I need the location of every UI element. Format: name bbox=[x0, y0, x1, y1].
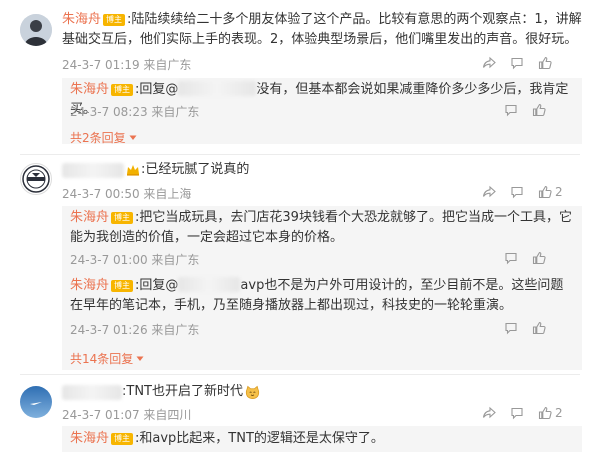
comment-actions: 2 bbox=[482, 185, 563, 199]
reply-author-badge: 博主 bbox=[111, 280, 134, 292]
like-button[interactable]: 2 bbox=[538, 185, 563, 199]
like-icon bbox=[538, 56, 552, 70]
reply-actions bbox=[504, 103, 546, 117]
reply-actions bbox=[504, 251, 546, 265]
like-count: 2 bbox=[555, 406, 563, 420]
comment-text: :陆陆续续给二十多个朋友体验了这个产品。比较有意思的两个观察点：1，讲解基础交互… bbox=[62, 12, 582, 47]
chevron-down-icon bbox=[136, 356, 144, 361]
reply-author-name[interactable]: 朱海舟 bbox=[70, 431, 109, 446]
more-replies-label: 共2条回复 bbox=[70, 131, 126, 145]
reply-author-badge: 博主 bbox=[111, 212, 134, 224]
like-count: 2 bbox=[555, 185, 563, 199]
avatar[interactable] bbox=[20, 386, 52, 418]
more-replies-label: 共14条回复 bbox=[70, 352, 134, 366]
comment-meta: 24-3-7 01:07 来自四川 bbox=[62, 408, 192, 422]
comment-header: :已经玩腻了说真的 bbox=[62, 160, 249, 180]
share-icon[interactable] bbox=[482, 406, 496, 420]
reply-meta: 24-3-7 01:00 来自广东 bbox=[70, 253, 200, 267]
more-replies-link[interactable]: 共2条回复 bbox=[70, 129, 137, 146]
author-badge: 博主 bbox=[103, 14, 126, 26]
comment-header: :TNT也开启了新时代 bbox=[62, 382, 260, 402]
like-icon[interactable] bbox=[532, 321, 546, 335]
comment-icon[interactable] bbox=[504, 103, 518, 117]
reply-meta: 24-3-7 08:23 来自广东 bbox=[70, 105, 200, 119]
crown-icon bbox=[127, 165, 139, 176]
chevron-down-icon bbox=[129, 135, 137, 140]
comment-actions bbox=[482, 56, 552, 70]
sky-avatar-image bbox=[20, 386, 52, 418]
reply-author-name[interactable]: 朱海舟 bbox=[70, 278, 109, 293]
reply-text: :把它当成玩具，去门店花39块钱看个大恐龙就够了。把它当成一个工具，它能为我创造… bbox=[70, 210, 572, 245]
like-icon bbox=[538, 185, 552, 199]
reply-author-badge: 博主 bbox=[111, 433, 134, 445]
reply-actions bbox=[504, 321, 546, 335]
reply-meta: 24-3-7 01:26 来自广东 bbox=[70, 323, 200, 337]
comment-divider bbox=[20, 374, 580, 375]
reply-author-badge: 博主 bbox=[111, 84, 134, 96]
emblem-avatar-image bbox=[22, 165, 50, 193]
reply-prefix: :回复@ bbox=[135, 82, 179, 97]
comment-icon[interactable] bbox=[510, 185, 524, 199]
comment-divider bbox=[20, 154, 580, 155]
comment-icon[interactable] bbox=[510, 56, 524, 70]
comment-icon[interactable] bbox=[510, 406, 524, 420]
author-name[interactable]: 朱海舟 bbox=[62, 12, 101, 27]
like-icon[interactable] bbox=[532, 103, 546, 117]
comment-text: :TNT也开启了新时代 bbox=[122, 384, 243, 399]
like-button[interactable]: 2 bbox=[538, 406, 563, 420]
reply-prefix: :回复@ bbox=[135, 278, 179, 293]
redacted-username bbox=[62, 162, 124, 178]
like-icon[interactable] bbox=[532, 251, 546, 265]
comment-meta: 24-3-7 01:19 来自广东 bbox=[62, 58, 192, 72]
avatar[interactable] bbox=[20, 14, 52, 46]
comment-icon[interactable] bbox=[504, 321, 518, 335]
reply-author-name[interactable]: 朱海舟 bbox=[70, 210, 109, 225]
more-replies-link[interactable]: 共14条回复 bbox=[70, 350, 144, 367]
comment-actions: 2 bbox=[482, 406, 563, 420]
share-icon[interactable] bbox=[482, 185, 496, 199]
comment-text: :已经玩腻了说真的 bbox=[141, 162, 250, 177]
reply-item: 朱海舟 博主:回复@ avp也不是为户外可用设计的，至少目前不是。这些问题在早年的笔… bbox=[70, 276, 575, 316]
redacted-username bbox=[178, 277, 241, 292]
comment-meta: 24-3-7 00:50 来自上海 bbox=[62, 187, 192, 201]
reply-item: 朱海舟 博主:把它当成玩具，去门店花39块钱看个大恐龙就够了。把它当成一个工具，它… bbox=[70, 208, 575, 248]
like-icon bbox=[538, 406, 552, 420]
user-avatar-image bbox=[20, 14, 52, 46]
reply-author-name[interactable]: 朱海舟 bbox=[70, 82, 109, 97]
cat-emoji-icon bbox=[245, 385, 260, 399]
avatar[interactable] bbox=[20, 163, 52, 195]
redacted-username bbox=[178, 81, 257, 96]
reply-text: :和avp比起来，TNT的逻辑还是太保守了。 bbox=[135, 431, 384, 446]
redacted-username bbox=[62, 384, 122, 400]
share-icon[interactable] bbox=[482, 56, 496, 70]
like-button[interactable] bbox=[538, 56, 552, 70]
reply-item: 朱海舟 博主:和avp比起来，TNT的逻辑还是太保守了。 bbox=[70, 429, 575, 449]
comment-icon[interactable] bbox=[504, 251, 518, 265]
comment-body: 朱海舟 博主:陆陆续续给二十多个朋友体验了这个产品。比较有意思的两个观察点：1，讲… bbox=[62, 10, 582, 50]
